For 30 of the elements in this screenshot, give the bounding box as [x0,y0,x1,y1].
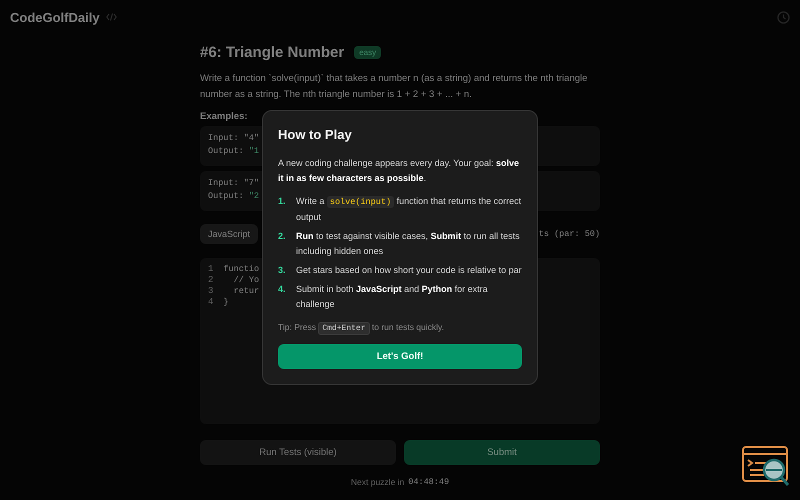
code-line: functio [223,264,260,274]
step-number: 1. [278,195,287,208]
app-logo: CodeGolfDaily [10,10,100,24]
challenge-title: #6: Triangle Number [200,44,344,61]
difficulty-badge: easy [354,46,382,59]
example-output-text: Output: "2 [208,191,260,201]
code-line: retur [232,286,260,296]
countdown-timer: 04:48:49 [408,477,450,487]
line-number: 2 [208,275,214,285]
dialog-title: How to Play [278,127,353,142]
step-text: Submit in both JavaScript and Python for extra challenge [296,283,489,311]
example-input-text: Input: "4" [208,133,260,143]
next-puzzle-label: Next puzzle in [350,477,404,487]
line-number: 4 [208,297,214,307]
code-line: // Yo [232,275,260,285]
step-number: 4. [278,283,287,296]
example-input-text: Input: "7" [208,178,260,188]
examples-label: Examples: [200,111,249,122]
challenge-description: Write a function `solve(input)` that takes a number n (as a string) and returns the nth triangle number as a string. The nth triangle number is 1 + 2 + 3 + ... + n. [200,72,588,102]
step-text: Get stars based on how short your code is relative to par [296,264,522,277]
tip-text: Tip: Press Cmd+Enter to run tests quickly. [278,321,446,336]
line-number: 3 [208,286,214,296]
step-number: 2. [278,230,287,243]
par-text: ts (par: 50) [538,229,600,239]
dialog-intro: A new coding challenge appears every day. Your goal: solve it in as few characters as possible. [278,157,520,185]
line-number: 1 [208,264,214,274]
step-text: Run to test against visible cases, Submit to run all tests including hidden ones [296,230,521,258]
step-number: 3. [278,264,287,277]
example-output-text: Output: "1 [208,146,260,156]
code-line: } [223,297,229,307]
